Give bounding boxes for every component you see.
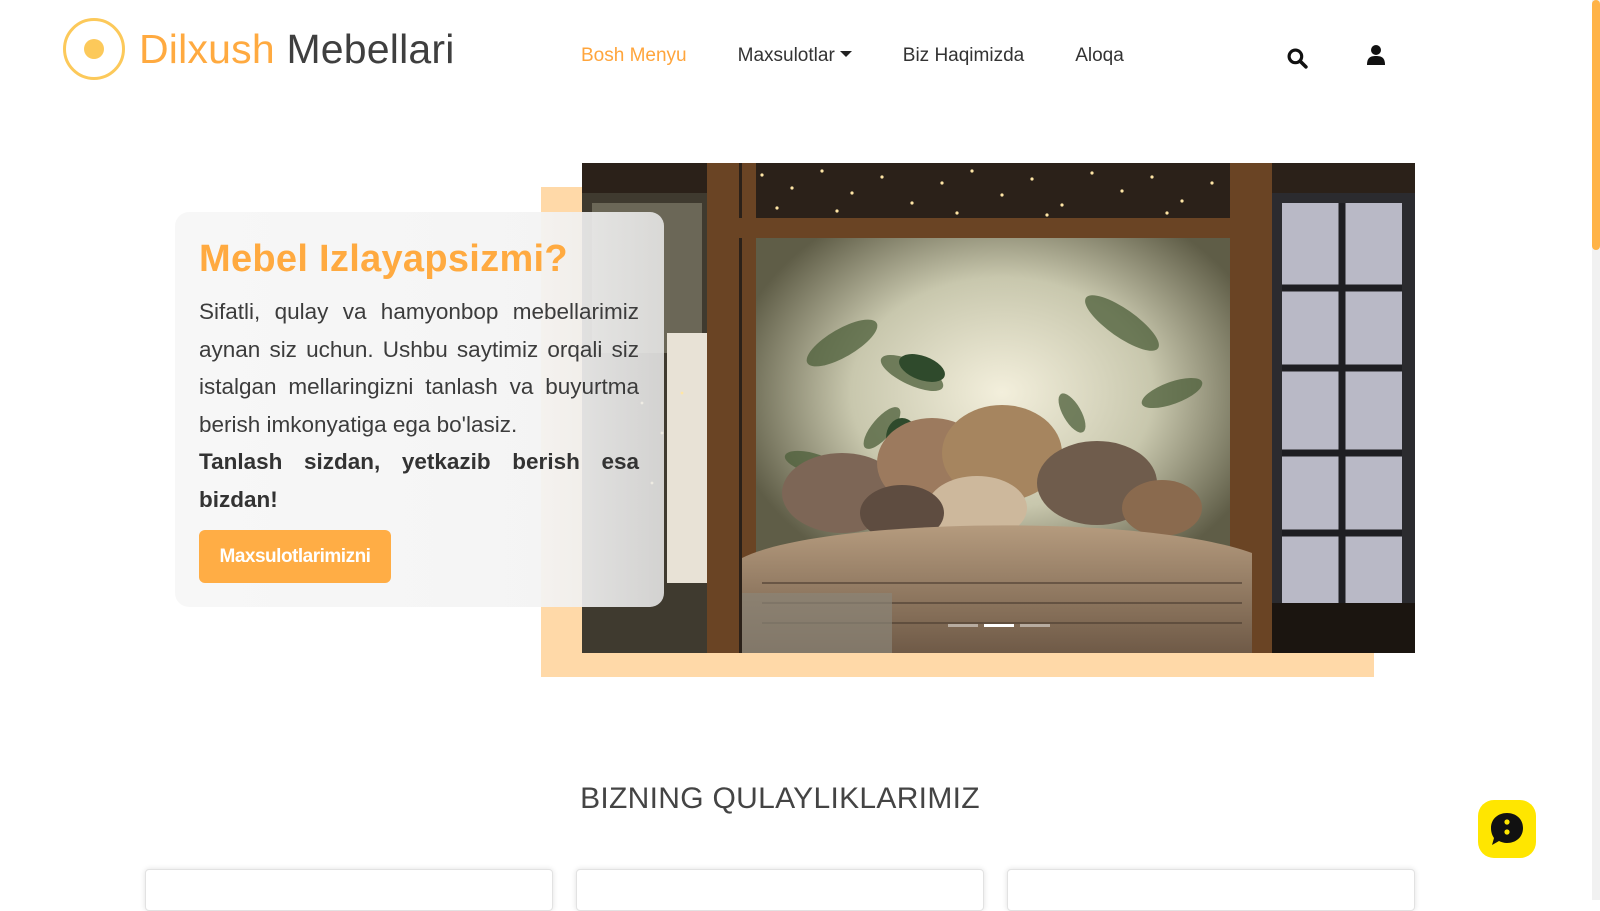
- chat-icon: [1491, 813, 1523, 845]
- hero-bedroom-image: [582, 163, 1415, 653]
- nav-item-label: Maxsulotlar: [737, 45, 835, 66]
- feature-card: [576, 869, 984, 911]
- main-nav: Bosh Menyu Maxsulotlar Biz Haqimizda Alo…: [581, 45, 1175, 67]
- nav-item-aloqa[interactable]: Aloqa: [1075, 45, 1124, 67]
- nav-item-maxsulotlar[interactable]: Maxsulotlar: [738, 45, 852, 67]
- chat-button[interactable]: [1478, 800, 1536, 858]
- caret-down-icon: [839, 51, 852, 57]
- brand-name-part2: Mebellari: [286, 25, 455, 72]
- nav-item-bosh-menyu[interactable]: Bosh Menyu: [581, 45, 687, 67]
- scrollbar-thumb[interactable]: [1592, 0, 1600, 250]
- hero-card: Mebel Izlayapsizmi? Sifatli, qulay va ha…: [175, 212, 664, 607]
- brand-logo[interactable]: Dilxush Mebellari: [63, 18, 455, 80]
- brand-name-part1: Dilxush: [139, 25, 275, 72]
- brand-name: Dilxush Mebellari: [139, 25, 455, 72]
- hero-title: Mebel Izlayapsizmi?: [199, 238, 568, 280]
- section-title: BIZNING QULAYLIKLARIMIZ: [580, 782, 980, 815]
- feature-card: [145, 869, 553, 911]
- carousel-indicators: [948, 624, 1050, 627]
- carousel-indicator[interactable]: [1020, 624, 1050, 627]
- search-icon[interactable]: [1287, 48, 1308, 69]
- user-icon[interactable]: [1367, 44, 1385, 66]
- carousel-indicator[interactable]: [948, 624, 978, 627]
- hero-carousel[interactable]: [582, 163, 1415, 653]
- hero-description: Sifatli, qulay va hamyonbop mebellarimiz…: [199, 299, 639, 437]
- feature-card: [1007, 869, 1415, 911]
- nav-item-biz-haqimizda[interactable]: Biz Haqimizda: [903, 45, 1024, 67]
- carousel-indicator-active[interactable]: [984, 624, 1014, 627]
- page-scrollbar[interactable]: [1592, 0, 1600, 900]
- hero-tagline: Tanlash sizdan, yetkazib berish esa bizd…: [199, 449, 639, 512]
- products-button[interactable]: Maxsulotlarimizni: [199, 530, 391, 583]
- logo-icon: [63, 18, 125, 80]
